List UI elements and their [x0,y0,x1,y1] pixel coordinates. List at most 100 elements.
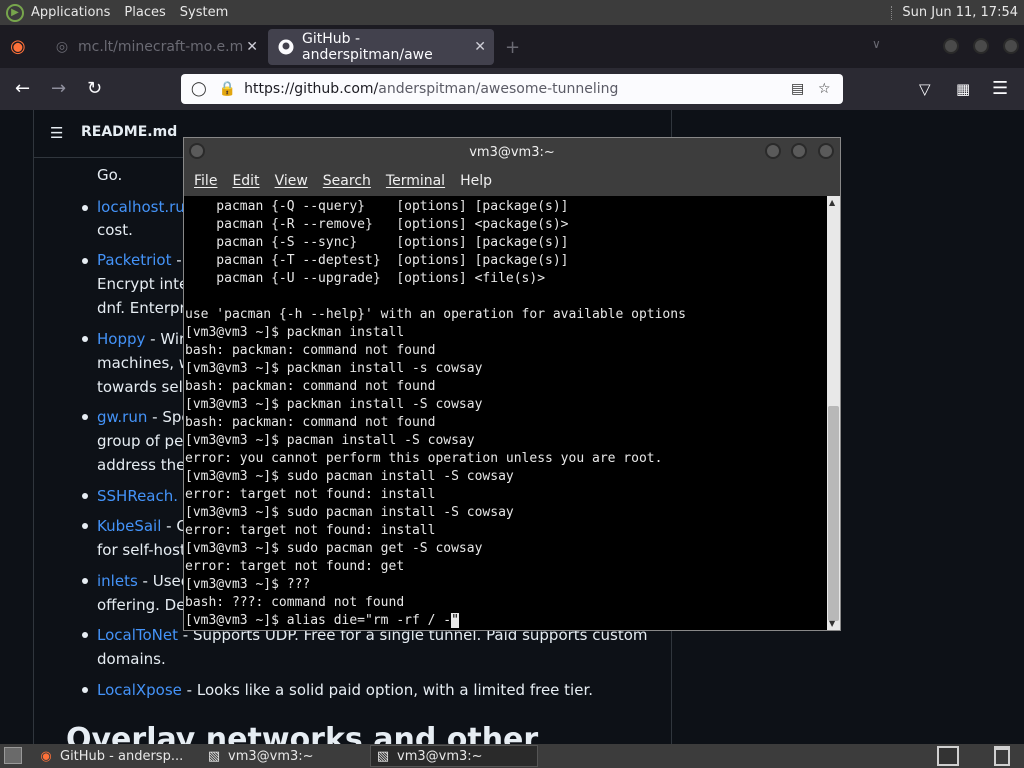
link-hoppy[interactable]: Hoppy [97,330,145,348]
minimize-window-icon[interactable] [943,38,959,54]
terminal-scrollbar[interactable]: ▲ ▼ [827,196,840,630]
close-window-icon[interactable] [818,143,834,159]
tab-github[interactable]: GitHub - anderspitman/awe ✕ [268,29,494,65]
link-sshreach[interactable]: SSHReach. [97,487,178,505]
lock-icon[interactable]: 🔒 [219,81,236,97]
maximize-window-icon[interactable] [973,38,989,54]
terminal-line: pacman {-T --deptest} [options] [package… [185,253,569,268]
terminal-line: [vm3@vm3 ~]$ pacman install -S cowsay [185,433,475,448]
bookmark-star-icon[interactable]: ☆ [818,81,831,97]
show-desktop-icon[interactable] [4,747,22,764]
terminal-line: [vm3@vm3 ~]$ sudo pacman install -S cows… [185,505,514,520]
task-label: GitHub - andersp... [60,748,184,764]
scroll-down-icon[interactable]: ▼ [829,619,835,628]
terminal-cursor: " [451,613,459,628]
terminal-line: [vm3@vm3 ~]$ packman install [185,325,405,340]
terminal-line: [vm3@vm3 ~]$ packman install -S cowsay [185,397,483,412]
pocket-icon[interactable]: ▽ [919,80,931,98]
reload-icon[interactable]: ↻ [87,78,102,99]
readme-line: cost. [97,221,133,239]
window-menu-icon[interactable] [189,143,205,159]
list-all-tabs-icon[interactable]: ∨ [872,37,881,51]
panel-grip [891,5,894,20]
link-inlets[interactable]: inlets [97,572,138,590]
menu-file[interactable]: File [194,173,217,189]
link-localhost-run[interactable]: localhost.run [97,198,194,216]
workspace-switcher[interactable] [937,746,959,766]
terminal-icon: ▧ [207,748,221,764]
terminal-line: [vm3@vm3 ~]$ sudo pacman install -S cows… [185,469,514,484]
terminal-line: error: target not found: install [185,487,436,502]
task-terminal-1[interactable]: ▧ vm3@vm3:~ [202,745,367,767]
top-panel: ▶ Applications Places System Sun Jun 11,… [0,0,1024,25]
link-gw-run[interactable]: gw.run [97,408,147,426]
terminal-titlebar[interactable]: vm3@vm3:~ [184,138,840,166]
bottom-taskbar: ◉ GitHub - andersp... ▧ vm3@vm3:~ ▧ vm3@… [0,744,1024,768]
menu-edit[interactable]: Edit [232,173,259,189]
scrollbar-thumb[interactable] [828,406,839,621]
reader-view-icon[interactable]: ▤ [791,81,804,97]
terminal-line: pacman {-U --upgrade} [options] <file(s)… [185,271,546,286]
terminal-icon: ▧ [376,748,390,764]
url-text[interactable]: https://github.com/anderspitman/awesome-… [244,81,618,97]
readme-line: towards self [97,378,189,396]
bullet [82,578,88,584]
terminal-line: bash: packman: command not found [185,379,436,394]
task-label: vm3@vm3:~ [228,748,314,764]
globe-icon: ◎ [55,39,69,55]
firefox-icon: ◉ [40,748,52,764]
new-tab-icon[interactable]: + [505,37,520,58]
clock[interactable]: Sun Jun 11, 17:54 [902,5,1018,20]
shield-icon[interactable]: ◯ [191,81,207,97]
extensions-icon[interactable]: ▦ [956,80,970,98]
menu-help[interactable]: Help [460,173,492,189]
link-localtonet[interactable]: LocalToNet [97,626,178,644]
outline-list-icon[interactable]: ☰ [50,124,63,142]
readme-line: group of peo [97,432,193,450]
menu-search[interactable]: Search [323,173,371,189]
terminal-line: pacman {-R --remove} [options] <package(… [185,217,569,232]
link-localxpose[interactable]: LocalXpose [97,681,182,699]
task-firefox[interactable]: ◉ GitHub - andersp... [34,745,199,767]
menu-applications[interactable]: Applications [24,0,117,25]
terminal-screen[interactable]: pacman {-Q --query} [options] [package(s… [184,196,827,630]
task-label: vm3@vm3:~ [397,748,483,764]
readme-item: Hoppy - Wir [97,330,186,348]
minimize-window-icon[interactable] [765,143,781,159]
bullet [82,493,88,499]
terminal-menubar: File Edit View Search Terminal Help [184,166,840,196]
scroll-up-icon[interactable]: ▲ [829,198,835,207]
bullet [82,687,88,693]
firefox-view-icon[interactable]: ◉ [10,36,26,57]
terminal-line: pacman {-S --sync} [options] [package(s)… [185,235,569,250]
readme-line: dnf. Enterpri [97,299,190,317]
terminal-line: pacman {-Q --query} [options] [package(s… [185,199,569,214]
menu-places[interactable]: Places [117,0,172,25]
applications-logo-icon[interactable]: ▶ [6,3,24,22]
readme-item: Packetriot - [97,251,182,269]
back-icon[interactable]: ← [15,78,30,99]
forward-icon[interactable]: → [51,78,66,99]
terminal-title: vm3@vm3:~ [469,144,555,160]
readme-line: for self-hosti [97,541,191,559]
link-packetriot[interactable]: Packetriot [97,251,171,269]
menu-view[interactable]: View [275,173,308,189]
url-bar[interactable]: ◯ 🔒 https://github.com/anderspitman/awes… [181,74,843,104]
tab-title: mc.lt/minecraft-mo.e.m [78,39,244,55]
readme-item: LocalXpose - Looks like a solid paid opt… [97,681,594,699]
tab-minecraft[interactable]: ◎ mc.lt/minecraft-mo.e.m ✕ [44,29,266,65]
trash-icon[interactable] [994,746,1010,766]
menu-system[interactable]: System [173,0,235,25]
menu-hamburger-icon[interactable]: ☰ [992,78,1008,99]
maximize-window-icon[interactable] [791,143,807,159]
close-tab-icon[interactable]: ✕ [246,39,258,55]
close-tab-icon[interactable]: ✕ [474,39,486,55]
terminal-prompt-line[interactable]: [vm3@vm3 ~]$ alias die="rm -rf / -" [185,612,827,630]
link-kubesail[interactable]: KubeSail [97,517,161,535]
close-window-icon[interactable] [1003,38,1019,54]
task-terminal-2[interactable]: ▧ vm3@vm3:~ [370,745,538,767]
terminal-line: use 'pacman {-h --help}' with an operati… [185,307,686,322]
menu-terminal[interactable]: Terminal [386,173,445,189]
terminal-line: error: target not found: install [185,523,436,538]
